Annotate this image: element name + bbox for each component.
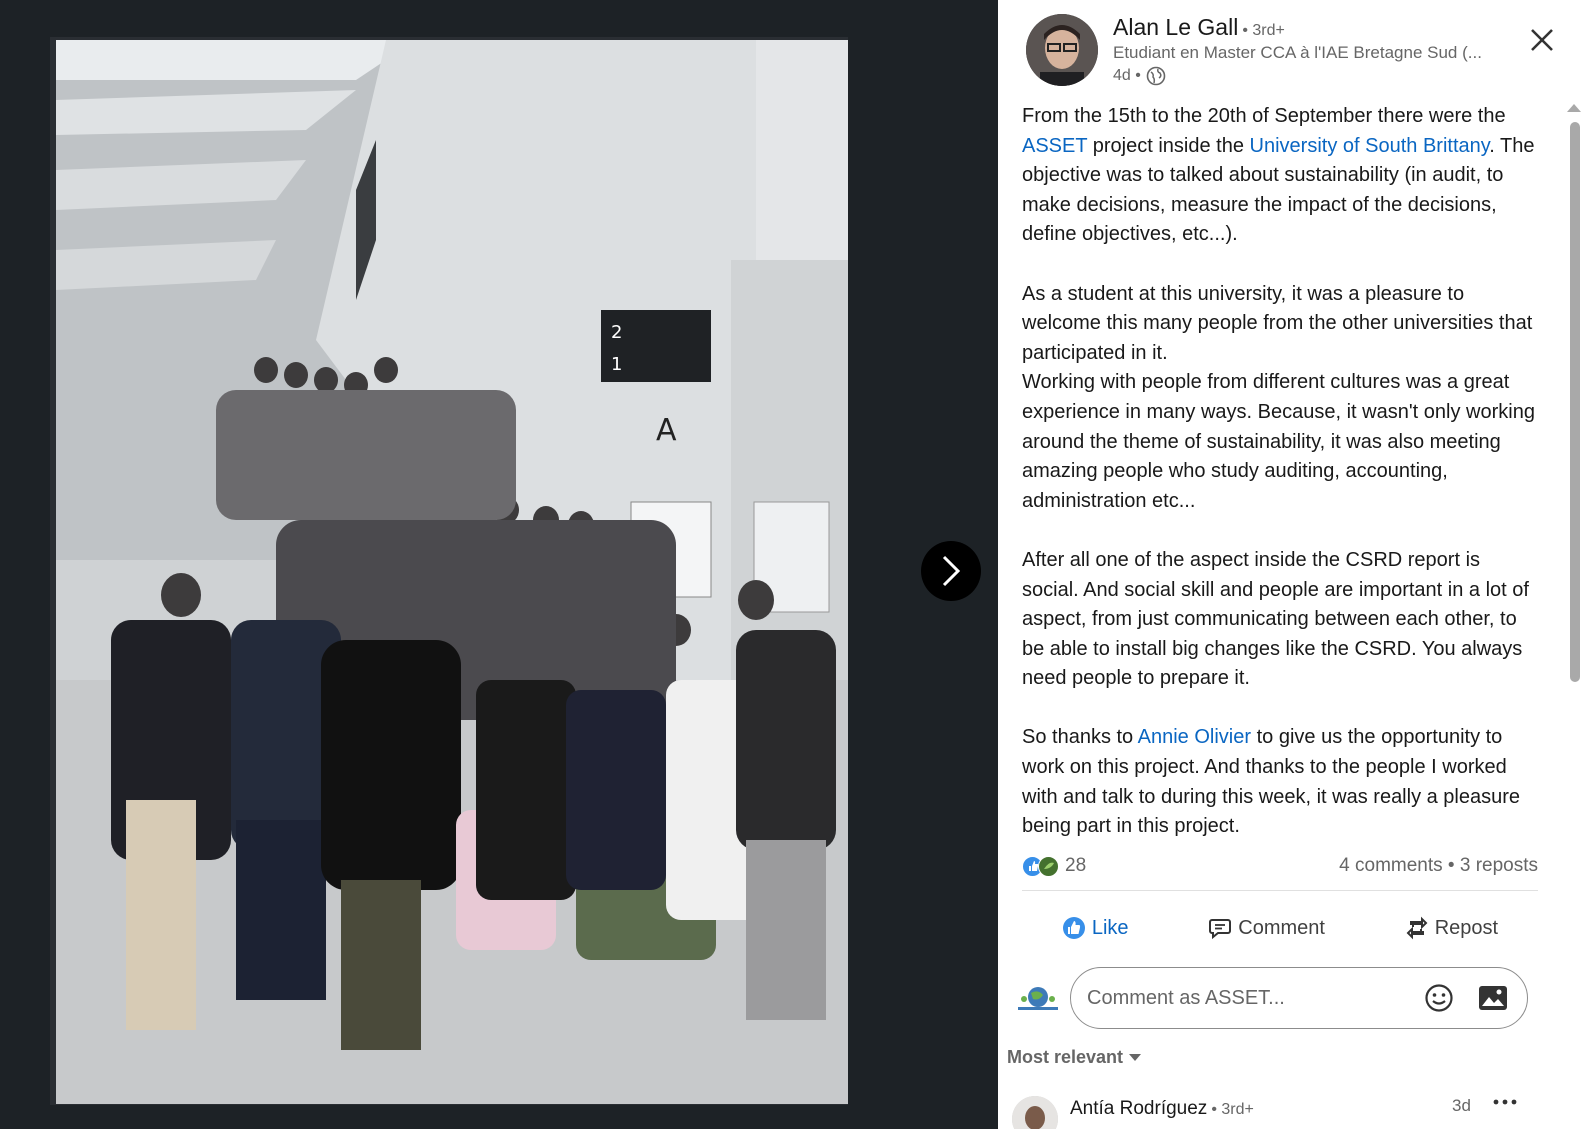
comments-reposts-count[interactable]: 4 comments • 3 reposts xyxy=(1339,855,1538,877)
post-paragraph: So thanks to Annie Olivier to give us th… xyxy=(1022,723,1542,841)
media-viewer: 2 1 A xyxy=(0,0,998,1129)
globe-icon xyxy=(1146,66,1166,86)
post-paragraph: Working with people from different cultu… xyxy=(1022,371,1535,512)
author-name[interactable]: Alan Le Gall • 3rd+ xyxy=(1113,14,1285,41)
post-panel: Alan Le Gall • 3rd+ Etudiant en Master CC… xyxy=(998,0,1585,1129)
close-icon xyxy=(1531,29,1553,51)
author-avatar[interactable] xyxy=(1026,14,1098,86)
like-button[interactable]: Like xyxy=(1052,908,1139,948)
sort-label: Most relevant xyxy=(1007,1047,1124,1067)
reaction-count[interactable]: 28 xyxy=(1065,855,1086,877)
connection-degree: • 3rd+ xyxy=(1211,1101,1254,1118)
comment-icon xyxy=(1209,919,1232,940)
author-name-text[interactable]: Alan Le Gall xyxy=(1113,14,1238,40)
social-counts: 28 4 comments • 3 reposts xyxy=(1022,852,1538,880)
post-paragraph: As a student at this university, it was … xyxy=(1022,282,1533,364)
thumbs-up-icon xyxy=(1062,917,1085,939)
post-text: From the 15th to the 20th of September t… xyxy=(1022,102,1542,842)
post-text-segment: project inside the xyxy=(1087,134,1250,157)
divider xyxy=(1022,890,1538,891)
emoji-icon xyxy=(1425,984,1453,1012)
repost-icon xyxy=(1406,916,1428,940)
comment-button[interactable]: Comment xyxy=(1198,908,1335,948)
post-paragraph: After all one of the aspect inside the C… xyxy=(1022,548,1529,690)
reaction-icons xyxy=(1022,855,1059,877)
ellipsis-icon xyxy=(1493,1099,1517,1105)
mention-link[interactable]: Annie Olivier xyxy=(1138,726,1251,748)
repost-button[interactable]: Repost xyxy=(1395,908,1508,948)
caret-down-icon xyxy=(1129,1054,1142,1061)
asset-logo-avatar[interactable] xyxy=(1016,979,1058,1015)
author-headline: Etudiant en Master CCA à l'IAE Bretagne … xyxy=(1113,43,1482,62)
scrollbar[interactable] xyxy=(1565,100,1581,1129)
sort-comments-dropdown[interactable]: Most relevant xyxy=(1007,1047,1142,1068)
commenter-avatar[interactable] xyxy=(1012,1096,1058,1129)
close-button[interactable] xyxy=(1522,20,1562,60)
asset-link[interactable]: ASSET xyxy=(1022,135,1087,157)
action-bar: Like Comment Repost xyxy=(1022,904,1538,952)
comment-box[interactable] xyxy=(1070,967,1528,1029)
post-time-text: 4d • xyxy=(1113,67,1141,84)
post-text-segment: From the 15th to the 20th of September t… xyxy=(1022,105,1506,127)
post-photo[interactable]: 2 1 A xyxy=(56,40,848,1104)
comment-input[interactable] xyxy=(1071,986,1419,1010)
university-link[interactable]: University of South Brittany xyxy=(1250,135,1490,157)
post-header: Alan Le Gall • 3rd+ Etudiant en Master CC… xyxy=(998,0,1585,98)
svg-text:2: 2 xyxy=(611,322,622,343)
post-paragraph: From the 15th to the 20th of September t… xyxy=(1022,102,1542,250)
reactions-summary[interactable]: 28 xyxy=(1022,855,1086,877)
comment-composer xyxy=(1012,967,1542,1029)
image-icon xyxy=(1479,986,1507,1010)
support-reaction-icon xyxy=(1038,855,1059,877)
commenter-name-text[interactable]: Antía Rodríguez xyxy=(1070,1098,1207,1119)
svg-text:A: A xyxy=(656,413,677,448)
add-image-button[interactable] xyxy=(1473,978,1513,1018)
scroll-thumb[interactable] xyxy=(1570,122,1580,682)
chevron-right-icon xyxy=(942,555,961,587)
scroll-up-arrow[interactable] xyxy=(1567,104,1581,112)
svg-text:1: 1 xyxy=(611,354,622,375)
comment-label: Comment xyxy=(1238,916,1325,939)
repost-label: Repost xyxy=(1434,916,1499,939)
comment-time: 3d xyxy=(1452,1096,1471,1115)
post-timestamp: 4d • xyxy=(1113,66,1166,86)
post-text-segment: So thanks to xyxy=(1022,726,1138,749)
emoji-button[interactable] xyxy=(1419,978,1459,1018)
commenter-name[interactable]: Antía Rodríguez • 3rd+ xyxy=(1070,1098,1254,1120)
next-image-button[interactable] xyxy=(921,541,981,601)
comment-more-button[interactable] xyxy=(1490,1090,1520,1114)
comment-item: Antía Rodríguez • 3rd+ 3d xyxy=(1012,1090,1552,1129)
like-label: Like xyxy=(1091,916,1129,939)
connection-degree: • 3rd+ xyxy=(1242,22,1285,39)
